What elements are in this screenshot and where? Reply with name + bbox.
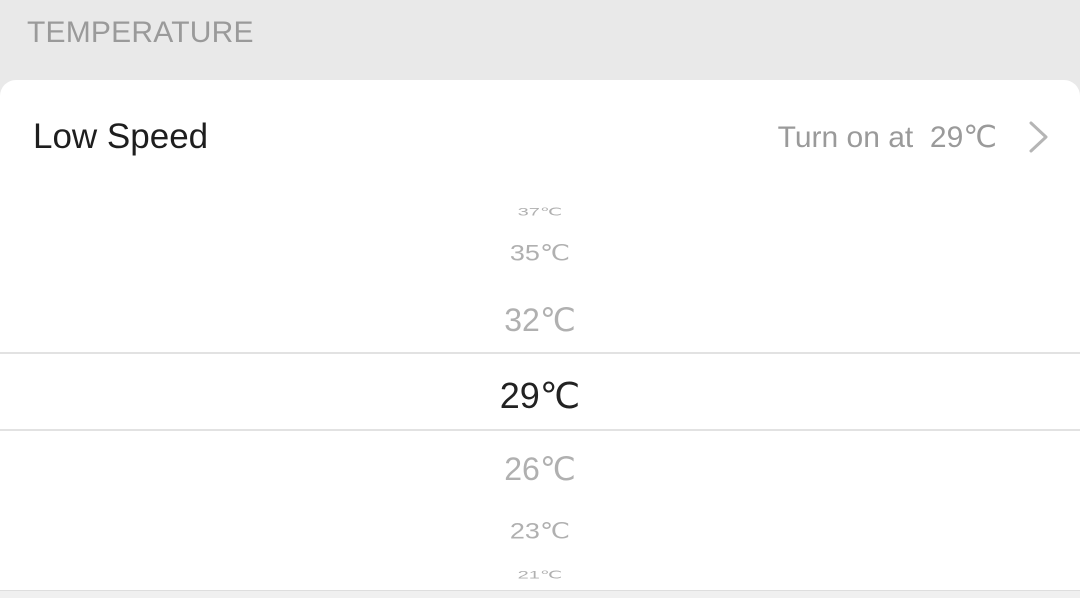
picker-option-selected[interactable]: 29℃ (0, 378, 1080, 414)
picker-option[interactable]: 23℃ (0, 520, 1080, 542)
selection-line-bottom (0, 429, 1080, 431)
section-title: TEMPERATURE (27, 16, 254, 49)
picker-option[interactable]: 35℃ (0, 242, 1080, 264)
section-header: TEMPERATURE (0, 0, 1080, 80)
row-value: Turn on at 29℃ (777, 121, 997, 154)
temperature-picker[interactable]: 37℃ 35℃ 32℃ 29℃ 26℃ 23℃ 21℃ (0, 194, 1080, 590)
chevron-right-icon (1029, 121, 1048, 153)
picker-option[interactable]: 26℃ (0, 453, 1080, 485)
picker-option[interactable]: 21℃ (0, 570, 1080, 581)
picker-option[interactable]: 32℃ (0, 304, 1080, 336)
picker-option[interactable]: 37℃ (0, 207, 1080, 218)
selection-line-top (0, 352, 1080, 354)
row-label: Low Speed (33, 117, 209, 156)
low-speed-row[interactable]: Low Speed Turn on at 29℃ (0, 80, 1080, 194)
